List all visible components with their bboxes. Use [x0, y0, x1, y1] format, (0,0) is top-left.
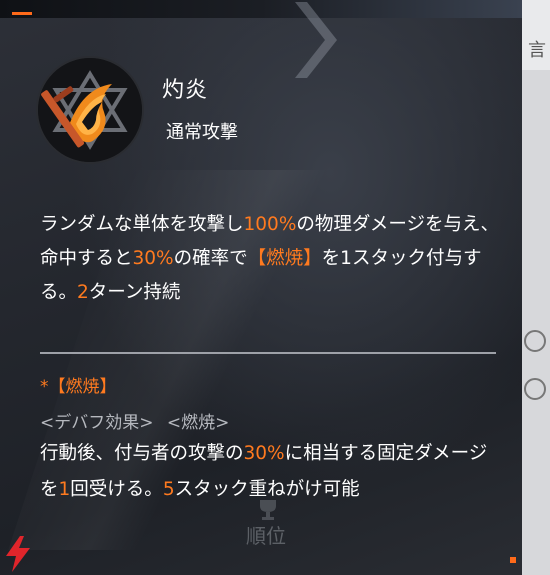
status-effect-title: *【燃焼】: [40, 377, 117, 397]
skill-emblem-icon: [38, 58, 142, 162]
lightning-logo-icon: [6, 536, 30, 572]
status-effect-tags: <デバフ効果> <燃焼>: [40, 408, 229, 433]
ranking-icon: [260, 500, 276, 520]
corner-accent-top: [12, 12, 32, 15]
skill-name: 灼炎: [162, 78, 209, 103]
underlying-circle-icon: [524, 378, 546, 400]
underlying-screen-panel: [522, 70, 550, 575]
skill-description: ランダムな単体を攻撃し100%の物理ダメージを与え、命中すると30%の確率で【燃…: [40, 214, 499, 303]
debuff-tag: <デバフ効果>: [40, 413, 154, 433]
underlying-circle-icon: [524, 330, 546, 352]
ranking-label[interactable]: 順位: [246, 520, 286, 549]
underlying-screen-glyph: 言: [528, 40, 546, 61]
top-bar: [0, 0, 522, 18]
section-divider: [40, 352, 496, 354]
status-link-burn[interactable]: 【燃焼】: [248, 248, 322, 269]
effect-name-tag: <燃焼>: [166, 413, 230, 433]
skill-type: 通常攻撃: [166, 122, 238, 143]
